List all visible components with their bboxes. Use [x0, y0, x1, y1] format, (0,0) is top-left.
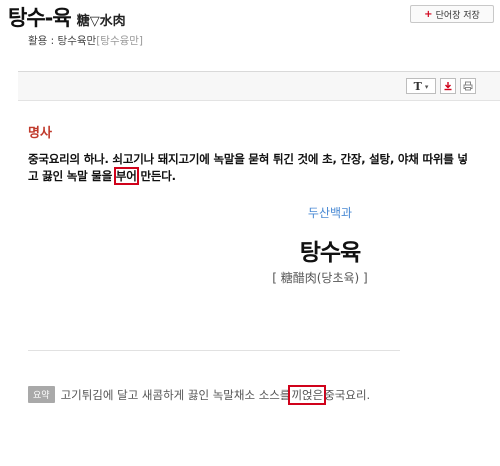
definition-after: 만든다. [136, 169, 176, 183]
usage-line: 활용 : 탕수육만[탕수융만] [28, 33, 143, 48]
download-icon [444, 82, 452, 91]
part-of-speech: 명사 [28, 126, 52, 141]
plus-icon: + [424, 8, 433, 20]
encyclopedia-source-link[interactable]: 두산백과 [0, 204, 500, 221]
summary-before: 고기튀김에 달고 새콤하게 끓인 녹말채소 소스를 [60, 387, 291, 402]
save-button-label: 단어장 저장 [435, 10, 480, 21]
encyclopedia-summary: 요약 고기튀김에 달고 새콤하게 끓인 녹말채소 소스를 끼얹은 중국요리. [28, 384, 371, 405]
highlighted-word: 부어 [113, 167, 139, 185]
download-button[interactable] [440, 78, 456, 94]
usage-pronunciation: [탕수융만] [96, 35, 144, 47]
entry-header: 탕수-육 糖▽水肉 + 단어장 저장 활용 : 탕수육만[탕수융만] [0, 0, 500, 72]
entry-title: 탕수-육 糖▽水肉 [8, 2, 126, 32]
definition-before: 중국요리의 하나. 쇠고기나 돼지고기에 녹말을 묻혀 튀긴 것에 초, 간장,… [28, 152, 468, 183]
save-to-wordbook-button[interactable]: + 단어장 저장 [410, 5, 494, 23]
usage-label: 활용 : [28, 35, 58, 47]
definition-text: 중국요리의 하나. 쇠고기나 돼지고기에 녹말을 묻혀 튀긴 것에 초, 간장,… [28, 151, 476, 185]
chevron-down-icon: ▾ [424, 81, 429, 91]
print-icon [463, 81, 473, 91]
font-size-button[interactable]: T ▾ [406, 78, 436, 94]
summary-highlighted-word: 끼얹은 [288, 384, 327, 405]
headword-hanja: 糖▽水肉 [76, 14, 126, 29]
print-button[interactable] [460, 78, 476, 94]
font-size-label: T [413, 79, 422, 93]
toolbar: T ▾ [18, 72, 500, 101]
section-divider [28, 350, 400, 351]
encyclopedia-title: 탕수육 [299, 240, 361, 266]
summary-badge: 요약 [28, 386, 55, 403]
summary-after: 중국요리. [324, 387, 371, 402]
usage-word: 탕수육만 [57, 35, 97, 47]
encyclopedia-hanja: [ 糖醋肉(당초육) ] [272, 271, 368, 285]
headword: 탕수-육 [8, 6, 72, 30]
